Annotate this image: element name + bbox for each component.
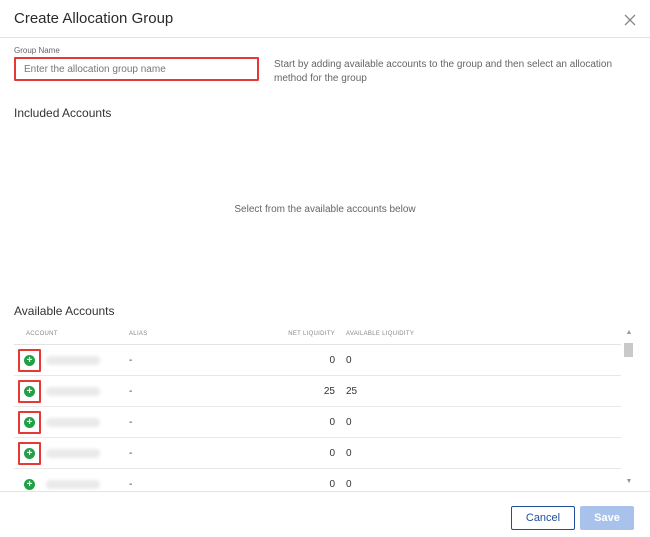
- dialog-header: Create Allocation Group: [0, 0, 650, 38]
- create-allocation-group-dialog: Create Allocation Group Group Name Start…: [0, 0, 650, 537]
- available-liquidity-cell: 0: [346, 355, 352, 366]
- available-liquidity-cell: 0: [346, 448, 352, 459]
- account-id-redacted: [46, 356, 100, 365]
- net-liquidity-cell: 0: [329, 479, 335, 490]
- scroll-down-arrow-icon[interactable]: ▼: [622, 477, 636, 487]
- plus-circle-icon: +: [24, 355, 35, 366]
- alias-cell: -: [129, 355, 133, 366]
- net-liquidity-cell: 0: [329, 448, 335, 459]
- table-header: ACCOUNT ALIAS NET LIQUIDITY AVAILABLE LI…: [14, 325, 621, 345]
- table-row: + - 25 25: [14, 376, 621, 407]
- add-account-button[interactable]: +: [18, 411, 41, 434]
- close-icon[interactable]: [620, 10, 640, 30]
- plus-circle-icon: +: [24, 479, 35, 490]
- account-id-redacted: [46, 449, 100, 458]
- group-name-label: Group Name: [14, 46, 60, 55]
- net-liquidity-cell: 0: [329, 355, 335, 366]
- add-account-button[interactable]: +: [18, 380, 41, 403]
- dialog-footer: Cancel Save: [0, 491, 650, 537]
- scroll-thumb[interactable]: [624, 343, 633, 357]
- save-button[interactable]: Save: [580, 506, 634, 530]
- table-row: + - 0 0: [14, 469, 621, 490]
- table-row: + - 0 0: [14, 345, 621, 376]
- add-account-button[interactable]: +: [18, 442, 41, 465]
- table-row: + - 0 0: [14, 407, 621, 438]
- table-scrollbar[interactable]: ▲ ▼: [622, 326, 636, 489]
- account-id-redacted: [46, 418, 100, 427]
- available-accounts-table: ACCOUNT ALIAS NET LIQUIDITY AVAILABLE LI…: [14, 325, 637, 490]
- alias-cell: -: [129, 479, 133, 490]
- plus-circle-icon: +: [24, 417, 35, 428]
- available-liquidity-cell: 25: [346, 386, 358, 397]
- scroll-up-arrow-icon[interactable]: ▲: [622, 328, 636, 338]
- column-header-alias: ALIAS: [129, 331, 148, 337]
- available-accounts-title: Available Accounts: [14, 304, 115, 318]
- net-liquidity-cell: 0: [329, 417, 335, 428]
- add-account-button[interactable]: +: [18, 349, 41, 372]
- account-id-redacted: [46, 387, 100, 396]
- group-name-input[interactable]: [14, 57, 259, 81]
- available-liquidity-cell: 0: [346, 417, 352, 428]
- table-row: + - 0 0: [14, 438, 621, 469]
- column-header-net-liquidity: NET LIQUIDITY: [288, 331, 335, 337]
- alias-cell: -: [129, 417, 133, 428]
- net-liquidity-cell: 25: [323, 386, 335, 397]
- alias-cell: -: [129, 448, 133, 459]
- included-empty-message: Select from the available accounts below: [234, 204, 416, 215]
- cancel-button[interactable]: Cancel: [511, 506, 575, 530]
- add-account-button[interactable]: +: [18, 473, 41, 490]
- included-accounts-title: Included Accounts: [14, 106, 112, 120]
- alias-cell: -: [129, 386, 133, 397]
- column-header-available-liquidity: AVAILABLE LIQUIDITY: [346, 331, 415, 337]
- available-liquidity-cell: 0: [346, 479, 352, 490]
- dialog-title: Create Allocation Group: [14, 10, 174, 27]
- help-text: Start by adding available accounts to th…: [274, 59, 613, 84]
- plus-circle-icon: +: [24, 386, 35, 397]
- column-header-account: ACCOUNT: [26, 331, 58, 337]
- plus-circle-icon: +: [24, 448, 35, 459]
- account-id-redacted: [46, 480, 100, 489]
